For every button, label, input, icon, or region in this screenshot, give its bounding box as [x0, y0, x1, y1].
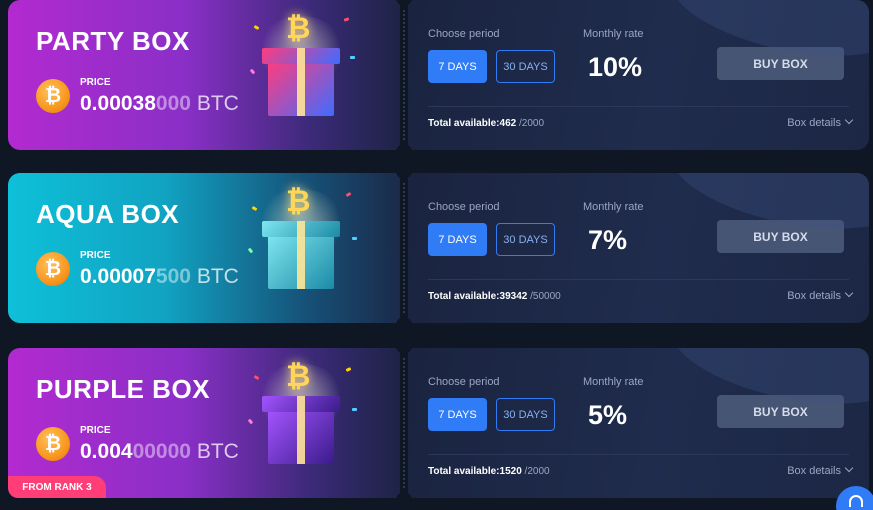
box-card-party: PARTY BOX ₿ PRICE 0.00038000 BTC ₿ Choos…: [8, 0, 869, 152]
box-title: PARTY BOX: [36, 26, 190, 56]
monthly-rate-value: 10%: [588, 52, 643, 82]
buy-box-button[interactable]: BUY BOX: [717, 395, 844, 428]
price-label: PRICE: [80, 77, 111, 88]
chevron-down-icon: [844, 115, 854, 125]
monthly-rate-label: Monthly rate: [583, 201, 644, 213]
monthly-rate-value: 7%: [588, 225, 628, 255]
box-title: PURPLE BOX: [36, 374, 211, 404]
period-30-days-button[interactable]: 30 DAYS: [496, 398, 555, 431]
headset-icon: [849, 495, 863, 507]
box-details-toggle[interactable]: Box details: [787, 288, 854, 302]
box-card-body: Choose period 7 DAYS 30 DAYS Monthly rat…: [408, 348, 869, 498]
chevron-down-icon: [844, 463, 854, 473]
gift-box-icon: ₿: [247, 185, 357, 289]
box-card-body: Choose period 7 DAYS 30 DAYS Monthly rat…: [408, 173, 869, 323]
price-value: 0.00038000 BTC: [80, 92, 239, 115]
period-7-days-button[interactable]: 7 DAYS: [428, 398, 487, 431]
box-card-purple: PURPLE BOX ₿ PRICE 0.00400000 BTC ₿ Choo…: [8, 346, 869, 500]
bitcoin-icon: ₿: [36, 252, 70, 286]
total-available: Total available:1520 /2000: [428, 466, 550, 477]
box-details-toggle[interactable]: Box details: [787, 463, 854, 477]
gift-box-icon: ₿: [249, 12, 355, 116]
price-label: PRICE: [80, 425, 111, 436]
monthly-rate-label: Monthly rate: [583, 28, 644, 40]
bitcoin-icon: ₿: [36, 427, 70, 461]
period-7-days-button[interactable]: 7 DAYS: [428, 223, 487, 256]
bitcoin-icon: ₿: [36, 79, 70, 113]
rank-badge: FROM RANK 3: [8, 476, 106, 498]
choose-period-label: Choose period: [428, 376, 500, 388]
box-title: AQUA BOX: [36, 199, 180, 229]
box-details-toggle[interactable]: Box details: [787, 115, 854, 129]
monthly-rate-value: 5%: [588, 400, 628, 430]
buy-box-button[interactable]: BUY BOX: [717, 47, 844, 80]
total-available: Total available:462 /2000: [428, 118, 545, 129]
box-card-aqua: AQUA BOX ₿ PRICE 0.00007500 BTC ₿ Choose…: [8, 171, 869, 325]
monthly-rate-label: Monthly rate: [583, 376, 644, 388]
choose-period-label: Choose period: [428, 28, 500, 40]
chevron-down-icon: [844, 288, 854, 298]
total-available: Total available:39342 /50000: [428, 291, 561, 302]
buy-box-button[interactable]: BUY BOX: [717, 220, 844, 253]
period-30-days-button[interactable]: 30 DAYS: [496, 50, 555, 83]
price-value: 0.00007500 BTC: [80, 265, 239, 288]
period-30-days-button[interactable]: 30 DAYS: [496, 223, 555, 256]
choose-period-label: Choose period: [428, 201, 500, 213]
box-card-body: Choose period 7 DAYS 30 DAYS Monthly rat…: [408, 0, 869, 150]
price-value: 0.00400000 BTC: [80, 440, 239, 463]
period-7-days-button[interactable]: 7 DAYS: [428, 50, 487, 83]
box-card-header: PARTY BOX ₿ PRICE 0.00038000 BTC ₿: [8, 0, 400, 150]
box-card-header: AQUA BOX ₿ PRICE 0.00007500 BTC ₿: [8, 173, 400, 323]
price-label: PRICE: [80, 250, 111, 261]
gift-box-icon: ₿: [247, 360, 357, 464]
